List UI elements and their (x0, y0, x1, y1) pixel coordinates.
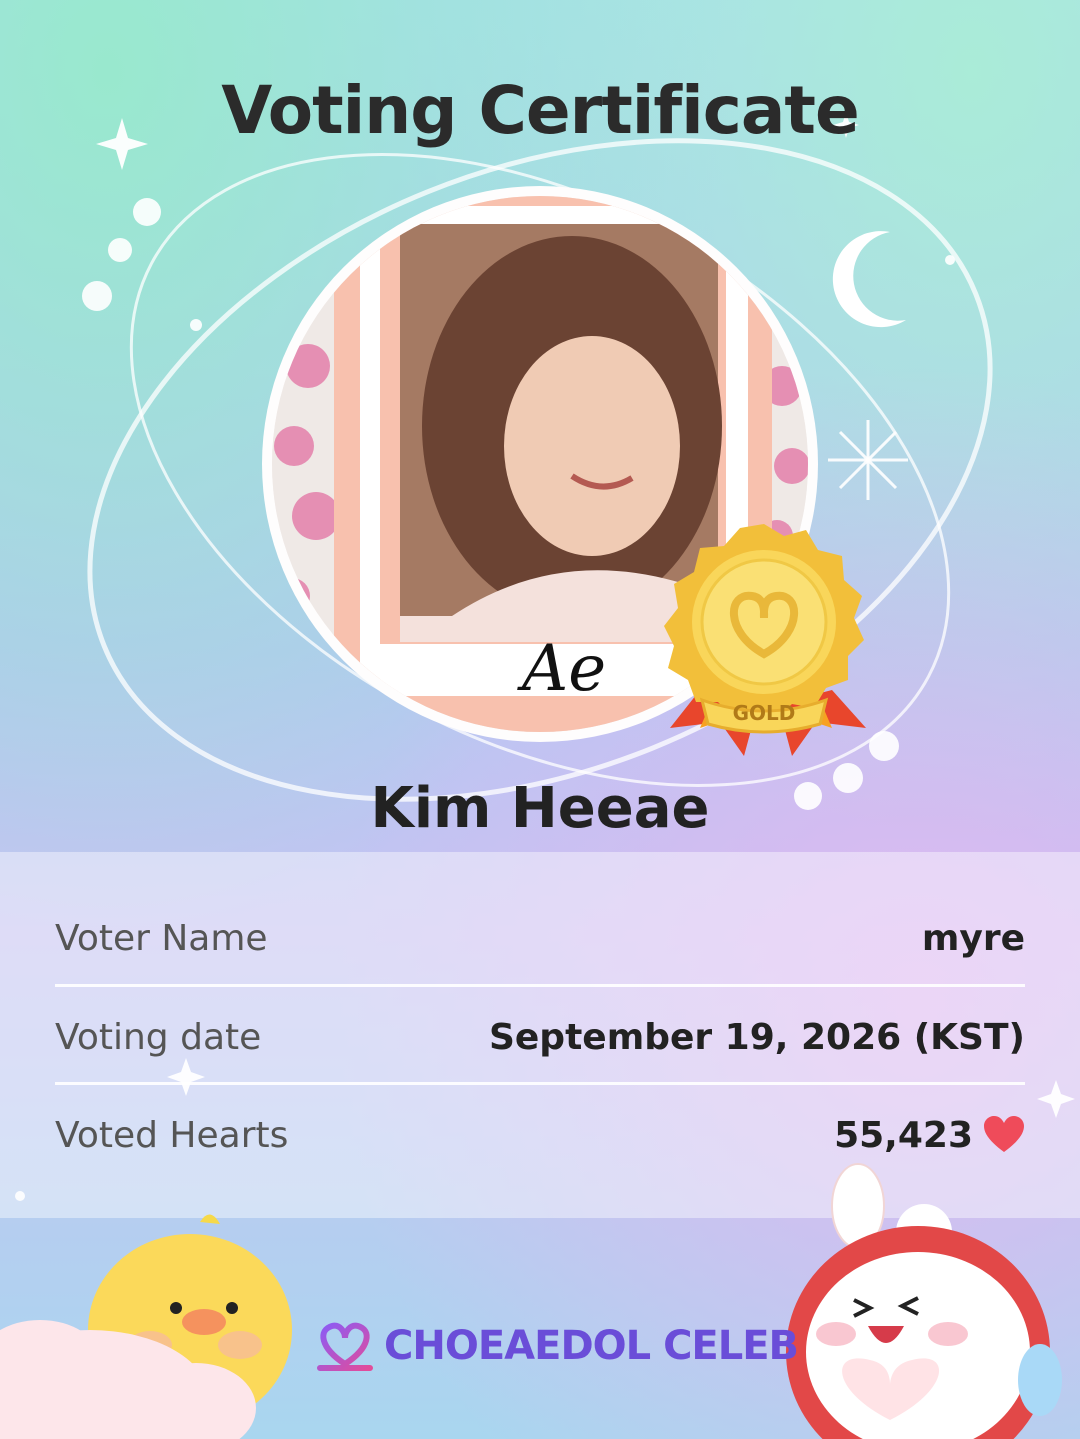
brand-logo: CHOEAEDOL CELEB (314, 1316, 799, 1376)
choeaedol-heart-logo-icon (317, 1322, 373, 1371)
chick-character-icon (0, 1214, 292, 1439)
bunny-character-icon (786, 1163, 1062, 1439)
bottom-characters (0, 1163, 1062, 1439)
brand-name: CHOEAEDOL CELEB (384, 1323, 799, 1369)
